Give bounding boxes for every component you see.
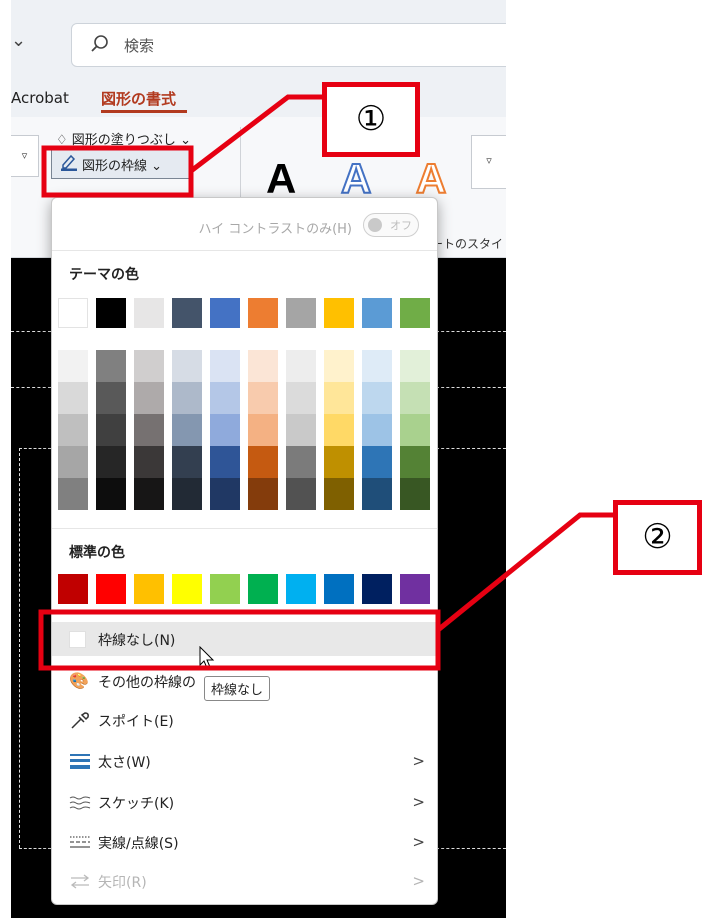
callout-leader-2 xyxy=(436,512,615,632)
highlight-no-outline-item xyxy=(38,609,441,671)
callout-leader-1 xyxy=(189,94,325,173)
callout-label-2: ② xyxy=(613,500,702,575)
callout-label-1: ① xyxy=(322,82,420,157)
highlight-shape-outline-button xyxy=(41,145,194,198)
